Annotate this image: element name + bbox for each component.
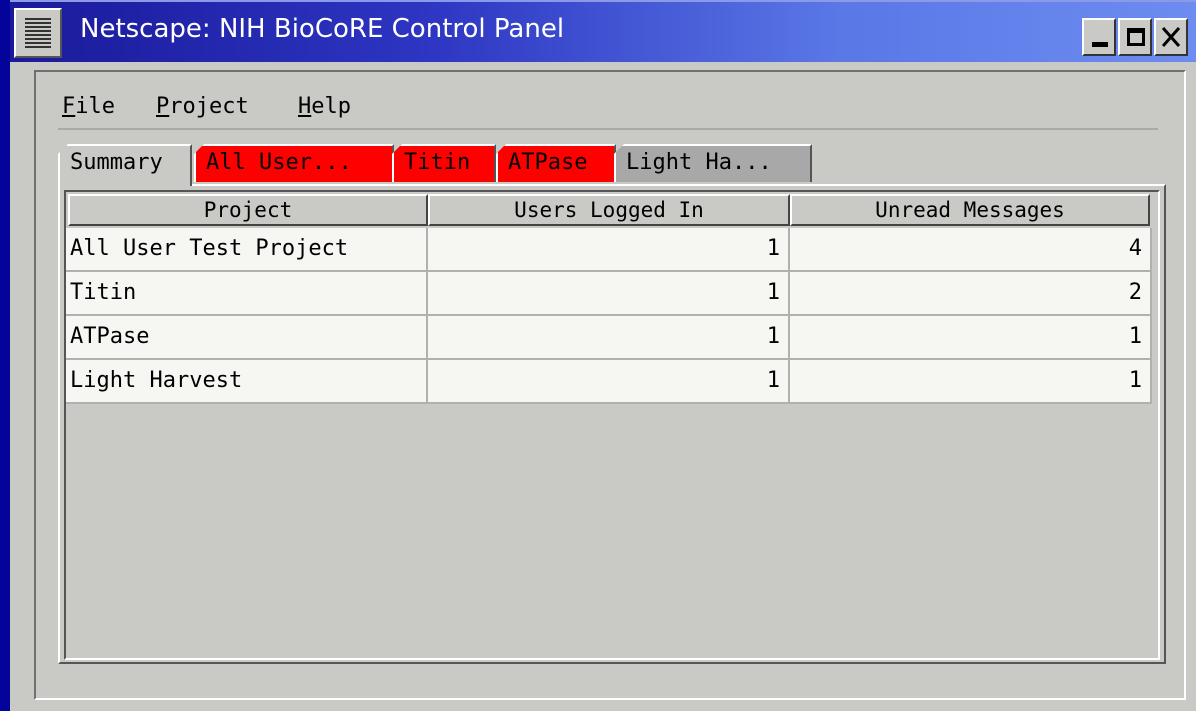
users-cell: 1 (428, 272, 790, 316)
window-menu-icon[interactable] (14, 8, 62, 58)
menu-bar: File Project Help (58, 82, 1158, 130)
menu-help[interactable]: Help (298, 94, 351, 119)
table-row[interactable]: ATPase 1 1 (66, 316, 1152, 360)
close-icon (1161, 27, 1181, 47)
maximize-icon (1127, 28, 1145, 46)
table-row[interactable]: Light Harvest 1 1 (66, 360, 1152, 404)
unread-cell: 1 (790, 360, 1152, 404)
column-header-users-logged-in[interactable]: Users Logged In (428, 194, 790, 226)
project-cell: Titin (66, 272, 428, 316)
tab-light-harvest[interactable]: Light Ha... (614, 144, 812, 182)
users-cell: 1 (428, 228, 790, 272)
close-button[interactable] (1154, 18, 1188, 56)
column-header-project[interactable]: Project (68, 194, 428, 226)
column-header-unread-messages[interactable]: Unread Messages (790, 194, 1150, 226)
table-row[interactable]: All User Test Project 1 4 (66, 228, 1152, 272)
client-area: File Project Help Summary All User... Ti… (34, 70, 1186, 700)
minimize-icon (1092, 42, 1108, 47)
tab-titin[interactable]: Titin (392, 144, 496, 182)
minimize-button[interactable] (1082, 18, 1116, 56)
title-bar[interactable]: Netscape: NIH BioCoRE Control Panel (10, 0, 1196, 62)
menu-project[interactable]: Project (156, 94, 249, 119)
summary-panel: Project Users Logged In Unread Messages … (58, 184, 1166, 664)
window-title: Netscape: NIH BioCoRE Control Panel (80, 14, 565, 44)
unread-cell: 1 (790, 316, 1152, 360)
summary-table: Project Users Logged In Unread Messages … (64, 190, 1160, 660)
tab-atpase[interactable]: ATPase (496, 144, 616, 182)
tab-summary[interactable]: Summary (58, 144, 192, 186)
project-cell: All User Test Project (66, 228, 428, 272)
netscape-window: Netscape: NIH BioCoRE Control Panel File… (10, 0, 1196, 711)
project-cell: ATPase (66, 316, 428, 360)
tab-all-user-test-project[interactable]: All User... (194, 144, 394, 182)
unread-cell: 2 (790, 272, 1152, 316)
users-cell: 1 (428, 316, 790, 360)
unread-cell: 4 (790, 228, 1152, 272)
menu-file[interactable]: File (62, 94, 115, 119)
project-cell: Light Harvest (66, 360, 428, 404)
users-cell: 1 (428, 360, 790, 404)
maximize-button[interactable] (1118, 18, 1152, 56)
table-row[interactable]: Titin 1 2 (66, 272, 1152, 316)
